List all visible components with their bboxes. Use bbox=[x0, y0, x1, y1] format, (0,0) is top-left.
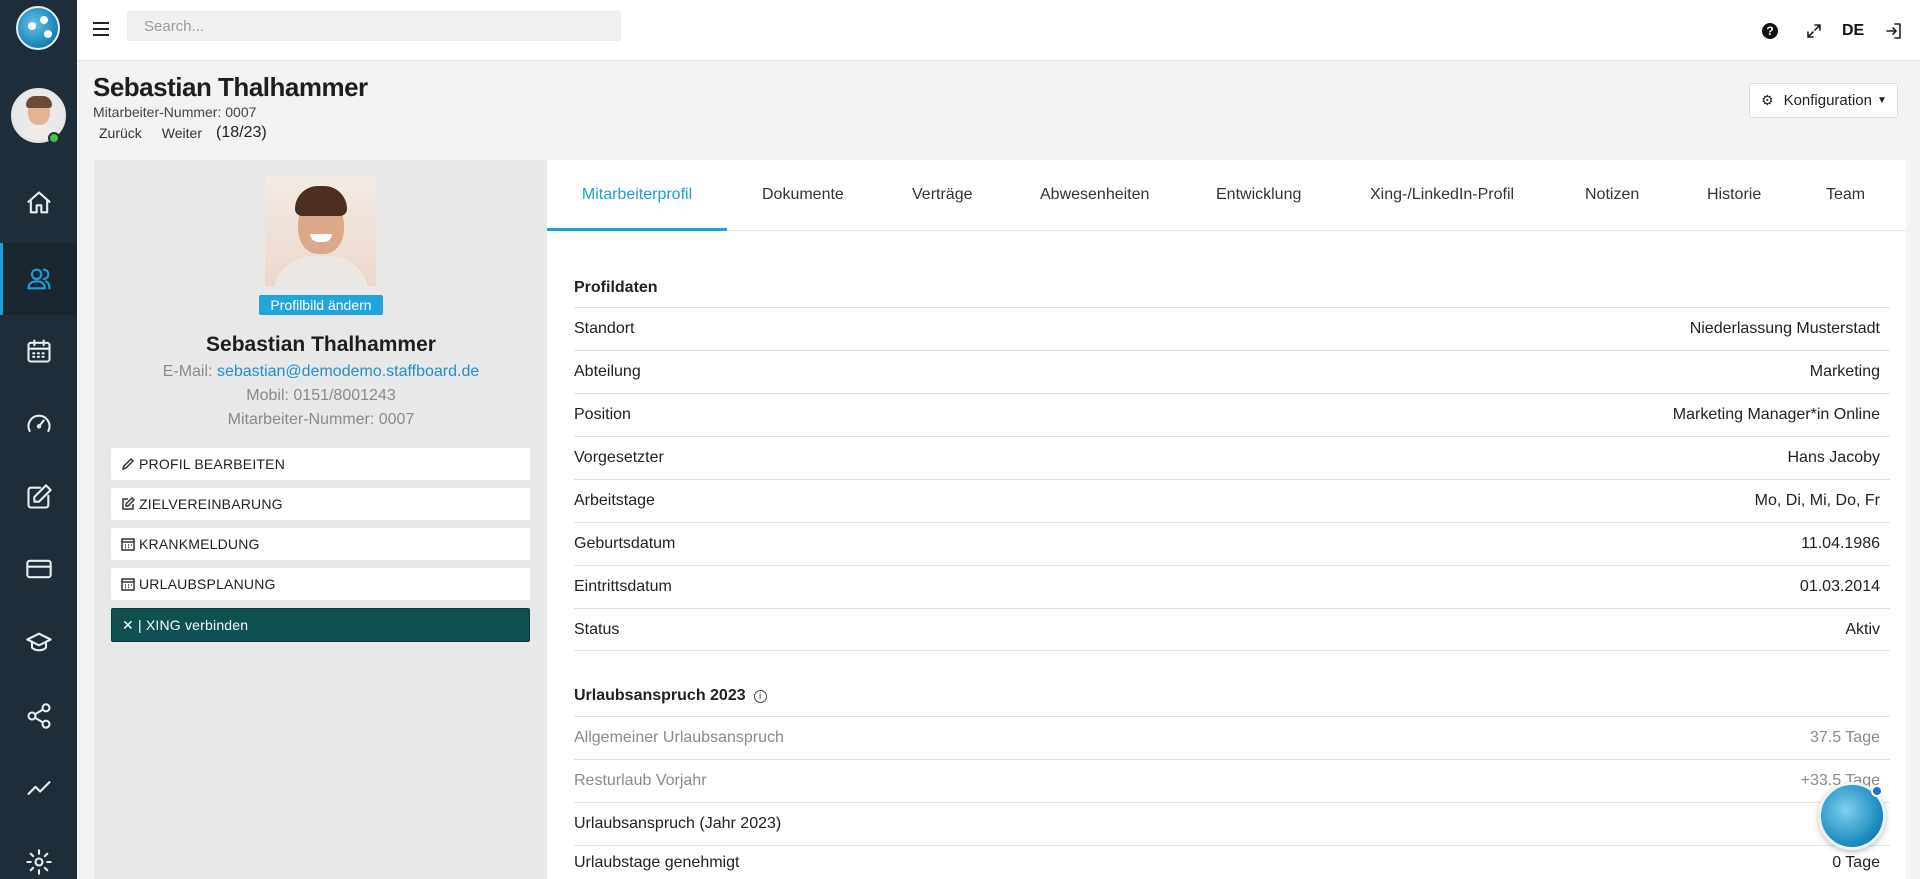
sick-note-button[interactable]: KRANKMELDUNG bbox=[111, 528, 530, 560]
search-input[interactable] bbox=[127, 11, 621, 41]
employee-number: Mitarbeiter-Nummer: 0007 bbox=[93, 104, 257, 120]
calendar-icon bbox=[121, 538, 135, 551]
table-row: Urlaubstage genehmigt 0 Tage bbox=[574, 845, 1890, 879]
tab-historie[interactable]: Historie bbox=[1707, 160, 1761, 231]
calendar-icon bbox=[121, 578, 135, 591]
profile-card: Profilbild ändern Sebastian Thalhammer E… bbox=[94, 160, 548, 879]
credit-card-icon bbox=[25, 559, 52, 579]
edit-icon bbox=[122, 497, 135, 510]
nav-statistics[interactable] bbox=[0, 752, 77, 824]
email-line: E-Mail: sebastian@demodemo.staffboard.de bbox=[94, 363, 548, 381]
share-icon bbox=[26, 703, 51, 729]
table-row: Status Aktiv bbox=[574, 608, 1890, 651]
help-icon[interactable]: ? bbox=[1762, 23, 1778, 39]
page-title: Sebastian Thalhammer bbox=[93, 72, 368, 102]
tab-abwesenheiten[interactable]: Abwesenheiten bbox=[1040, 160, 1149, 231]
edit-icon bbox=[26, 484, 52, 509]
table-row: Abteilung Marketing bbox=[574, 350, 1890, 393]
record-counter: (18/23) bbox=[216, 124, 267, 141]
change-profile-picture-button[interactable]: Profilbild ändern bbox=[259, 295, 383, 315]
top-bar: ? DE bbox=[77, 0, 1920, 61]
tab-dokumente[interactable]: Dokumente bbox=[762, 160, 844, 231]
table-row: Eintrittsdatum 01.03.2014 bbox=[574, 565, 1890, 608]
table-row: Urlaubsanspruch (Jahr 2023)i7 bbox=[574, 802, 1890, 845]
notification-badge bbox=[1871, 785, 1883, 797]
nav-home[interactable] bbox=[0, 167, 77, 239]
speedometer-icon bbox=[26, 414, 51, 433]
profile-name: Sebastian Thalhammer bbox=[206, 333, 436, 356]
table-row: Arbeitstage Mo, Di, Mi, Do, Fr bbox=[574, 479, 1890, 522]
employee-number-line: Mitarbeiter-Nummer: 0007 bbox=[227, 411, 415, 428]
vacation-planning-button[interactable]: URLAUBSPLANUNG bbox=[111, 568, 530, 600]
configuration-dropdown[interactable]: ⚙ Konfiguration ▼ bbox=[1749, 83, 1898, 118]
menu-toggle-icon[interactable] bbox=[93, 22, 109, 36]
app-logo[interactable] bbox=[16, 6, 60, 50]
tab-vertraege[interactable]: Verträge bbox=[912, 160, 972, 231]
table-row: Allgemeiner Urlaubsanspruch 37.5 Tage bbox=[574, 716, 1890, 759]
nav-calendar[interactable] bbox=[0, 315, 77, 387]
record-navigation: Zurück Weiter (18/23) bbox=[99, 124, 267, 142]
nav-employees[interactable] bbox=[0, 243, 77, 315]
nav-edit[interactable] bbox=[0, 461, 77, 533]
table-row: Vorgesetzter Hans Jacoby bbox=[574, 436, 1890, 479]
tab-bar: Mitarbeiterprofil Dokumente Verträge Abw… bbox=[547, 160, 1906, 231]
configuration-label: Konfiguration bbox=[1783, 92, 1872, 109]
profile-data-title: Profildaten bbox=[574, 279, 658, 296]
calendar-icon bbox=[26, 339, 51, 363]
email-label: E-Mail: bbox=[162, 363, 213, 380]
table-row: Resturlaub Vorjahr +33.5 Tage bbox=[574, 759, 1890, 802]
online-status-indicator bbox=[48, 132, 60, 144]
goal-agreement-button[interactable]: ZIELVEREINBARUNG bbox=[111, 488, 530, 520]
tab-team[interactable]: Team bbox=[1826, 160, 1865, 231]
table-row: Standort Niederlassung Musterstadt bbox=[574, 307, 1890, 350]
vacation-entitlement-title: Urlaubsanspruch 2023 i bbox=[574, 687, 767, 705]
xing-icon: ✕ bbox=[122, 616, 134, 633]
tab-notizen[interactable]: Notizen bbox=[1585, 160, 1639, 231]
edit-profile-button[interactable]: PROFIL BEARBEITEN bbox=[111, 448, 530, 480]
nav-settings[interactable] bbox=[0, 826, 77, 879]
graduation-cap-icon bbox=[25, 632, 52, 652]
gear-icon: ⚙ bbox=[1761, 92, 1774, 108]
trend-line-icon bbox=[26, 781, 51, 795]
fullscreen-icon[interactable] bbox=[1806, 20, 1822, 42]
xing-connect-button[interactable]: ✕ | XING verbinden bbox=[111, 608, 530, 642]
tab-entwicklung[interactable]: Entwicklung bbox=[1216, 160, 1301, 231]
logout-icon[interactable] bbox=[1885, 20, 1903, 42]
info-icon[interactable]: i bbox=[753, 690, 767, 703]
support-chat-button[interactable] bbox=[1818, 782, 1886, 850]
sidebar bbox=[0, 0, 77, 879]
tab-mitarbeiterprofil[interactable]: Mitarbeiterprofil bbox=[547, 160, 727, 231]
tab-xing-linkedin-profil[interactable]: Xing-/LinkedIn-Profil bbox=[1370, 160, 1514, 231]
home-icon bbox=[26, 191, 51, 214]
language-switch[interactable]: DE bbox=[1842, 20, 1864, 42]
back-link[interactable]: Zurück bbox=[99, 125, 142, 141]
nav-share[interactable] bbox=[0, 680, 77, 752]
pencil-icon bbox=[121, 457, 135, 471]
nav-dashboard[interactable] bbox=[0, 388, 77, 460]
nav-education[interactable] bbox=[0, 607, 77, 679]
users-icon bbox=[26, 268, 51, 290]
next-link[interactable]: Weiter bbox=[162, 125, 202, 141]
mobile-line: Mobil: 0151/8001243 bbox=[246, 387, 396, 404]
table-row: Geburtsdatum 11.04.1986 bbox=[574, 522, 1890, 565]
profile-picture bbox=[265, 176, 376, 286]
table-row: Position Marketing Manager*in Online bbox=[574, 393, 1890, 436]
caret-down-icon: ▼ bbox=[1876, 95, 1887, 106]
gear-icon bbox=[25, 849, 52, 875]
nav-payment[interactable] bbox=[0, 533, 77, 605]
profile-details-panel: Mitarbeiterprofil Dokumente Verträge Abw… bbox=[547, 160, 1906, 879]
email-link[interactable]: sebastian@demodemo.staffboard.de bbox=[217, 363, 479, 380]
